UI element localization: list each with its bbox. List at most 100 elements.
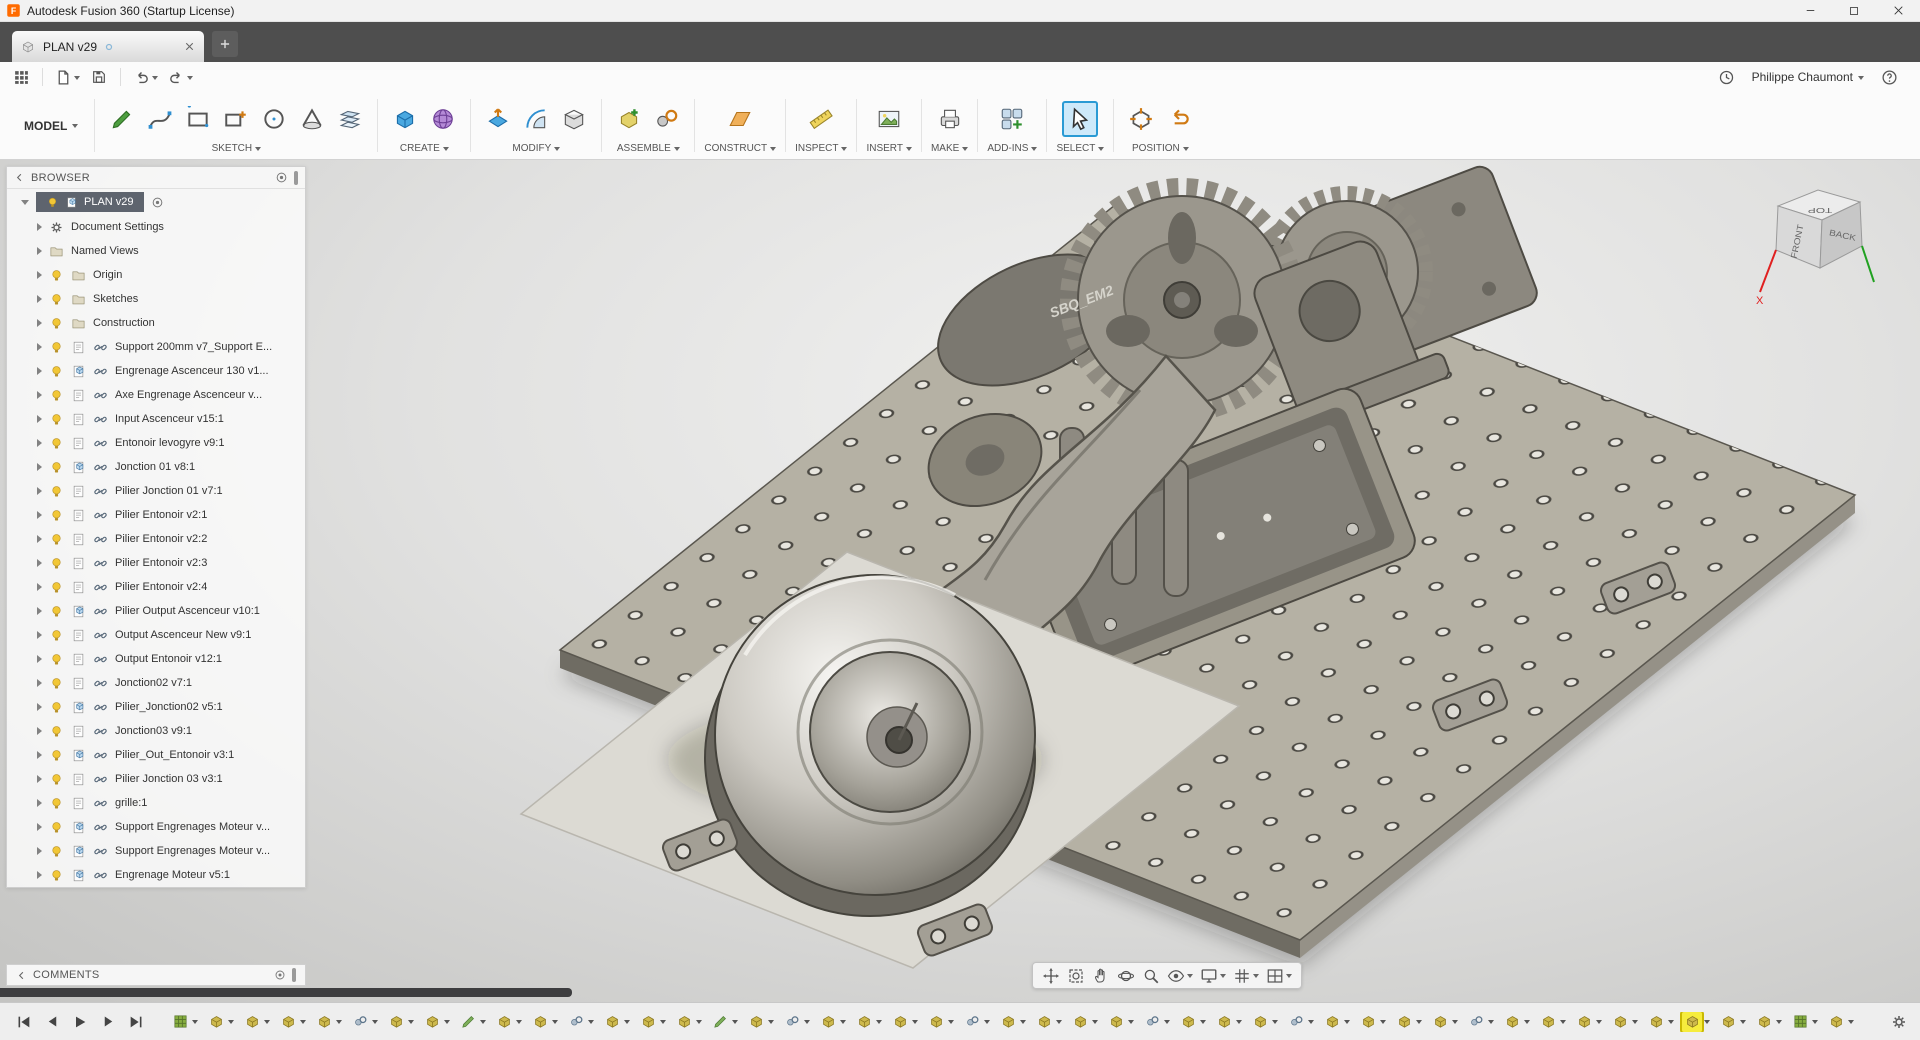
newcomp-tool-icon[interactable] bbox=[611, 101, 647, 137]
timeline-feature-joint[interactable] bbox=[782, 1012, 810, 1032]
expand-arrow-icon[interactable] bbox=[37, 607, 42, 615]
bulb-icon[interactable] bbox=[49, 748, 64, 763]
timeline-feature-sketch[interactable] bbox=[458, 1012, 486, 1032]
timeline-feature-comp[interactable] bbox=[1430, 1012, 1458, 1032]
timeline-feature-comp[interactable] bbox=[1178, 1012, 1206, 1032]
timeline-feature-comp[interactable] bbox=[890, 1012, 918, 1032]
undo-button[interactable] bbox=[129, 64, 162, 90]
activate-component-radio[interactable] bbox=[151, 196, 164, 209]
expand-arrow-icon[interactable] bbox=[37, 415, 42, 423]
timeline-feature-joint[interactable] bbox=[1466, 1012, 1494, 1032]
expand-arrow-icon[interactable] bbox=[37, 511, 42, 519]
browser-item[interactable]: Pilier Entonoir v2:2 bbox=[7, 527, 305, 551]
timeline-feature-comp[interactable] bbox=[314, 1012, 342, 1032]
bulb-icon[interactable] bbox=[49, 628, 64, 643]
expand-arrow-icon[interactable] bbox=[37, 463, 42, 471]
close-window-button[interactable] bbox=[1876, 0, 1920, 21]
app-grid-menu-button[interactable] bbox=[8, 64, 34, 90]
circle-tool-icon[interactable] bbox=[256, 101, 292, 137]
timeline-feature-joint[interactable] bbox=[350, 1012, 378, 1032]
bulb-icon[interactable] bbox=[49, 700, 64, 715]
bulb-icon[interactable] bbox=[49, 460, 64, 475]
comments-panel[interactable]: COMMENTS bbox=[6, 964, 306, 986]
timeline-go-to-start-button[interactable] bbox=[12, 1010, 36, 1034]
bulb-icon[interactable] bbox=[49, 484, 64, 499]
timeline-feature-comp[interactable] bbox=[494, 1012, 522, 1032]
bulb-icon[interactable] bbox=[49, 388, 64, 403]
cursor-tool-icon[interactable] bbox=[1062, 101, 1099, 137]
box3d-tool-icon[interactable] bbox=[387, 101, 423, 137]
view-cube[interactable]: TOP FRONT BACK X bbox=[1748, 172, 1898, 337]
document-tab[interactable]: PLAN v29 bbox=[12, 31, 204, 62]
help-button[interactable] bbox=[1876, 64, 1902, 90]
revertpos-tool-icon[interactable] bbox=[1161, 101, 1197, 137]
cone-tool-icon[interactable] bbox=[294, 101, 330, 137]
timeline-feature-comp[interactable] bbox=[998, 1012, 1026, 1032]
sheets-tool-icon[interactable] bbox=[332, 101, 368, 137]
bulb-icon[interactable] bbox=[49, 580, 64, 595]
workspace-selector[interactable]: MODEL bbox=[8, 92, 94, 159]
timeline-feature-comp[interactable] bbox=[242, 1012, 270, 1032]
free-orbit-hand-icon[interactable] bbox=[1091, 966, 1111, 986]
expand-arrow-icon[interactable] bbox=[37, 367, 42, 375]
file-menu-button[interactable] bbox=[51, 64, 84, 90]
browser-item[interactable]: Named Views bbox=[7, 239, 305, 263]
browser-item[interactable]: Support 200mm v7_Support E... bbox=[7, 335, 305, 359]
timeline-feature-comp[interactable] bbox=[1574, 1012, 1602, 1032]
browser-root-item[interactable]: PLAN v29 bbox=[7, 189, 305, 215]
bulb-icon[interactable] bbox=[49, 532, 64, 547]
bulb-icon[interactable] bbox=[49, 364, 64, 379]
spheregrid-tool-icon[interactable] bbox=[425, 101, 461, 137]
bulb-icon[interactable] bbox=[49, 604, 64, 619]
timeline-feature-comp[interactable] bbox=[278, 1012, 306, 1032]
bulb-icon[interactable] bbox=[49, 292, 64, 307]
rect-tool-icon[interactable] bbox=[180, 101, 216, 137]
timeline-feature-comp[interactable] bbox=[530, 1012, 558, 1032]
browser-item[interactable]: Support Engrenages Moteur v... bbox=[7, 839, 305, 863]
timeline-feature-joint[interactable] bbox=[1286, 1012, 1314, 1032]
bulb-icon[interactable] bbox=[49, 340, 64, 355]
browser-item[interactable]: Jonction 01 v8:1 bbox=[7, 455, 305, 479]
expand-arrow-icon[interactable] bbox=[37, 631, 42, 639]
expand-arrow-icon[interactable] bbox=[37, 391, 42, 399]
timeline-scrollbar[interactable] bbox=[0, 988, 572, 997]
browser-item[interactable]: Pilier Entonoir v2:4 bbox=[7, 575, 305, 599]
browser-item[interactable]: Entonoir levogyre v9:1 bbox=[7, 431, 305, 455]
timeline-step-back-button[interactable] bbox=[40, 1010, 64, 1034]
timeline-feature-joint[interactable] bbox=[566, 1012, 594, 1032]
canvasimg-tool-icon[interactable] bbox=[871, 101, 907, 137]
bulb-icon[interactable] bbox=[49, 268, 64, 283]
panel-scrollbar-grip[interactable] bbox=[294, 170, 298, 185]
new-tab-button[interactable] bbox=[212, 31, 238, 57]
pencil-tool-icon[interactable] bbox=[104, 101, 140, 137]
browser-item[interactable]: Origin bbox=[7, 263, 305, 287]
capturepos-tool-icon[interactable] bbox=[1123, 101, 1159, 137]
timeline-feature-comp[interactable] bbox=[854, 1012, 882, 1032]
timeline-step-forward-button[interactable] bbox=[96, 1010, 120, 1034]
shell-tool-icon[interactable] bbox=[556, 101, 592, 137]
bulb-icon[interactable] bbox=[49, 316, 64, 331]
fillet-tool-icon[interactable] bbox=[518, 101, 554, 137]
visibility-bulb-icon[interactable] bbox=[46, 196, 59, 209]
timeline-feature-comp[interactable] bbox=[674, 1012, 702, 1032]
close-tab-icon[interactable] bbox=[183, 40, 196, 53]
browser-item[interactable]: Document Settings bbox=[7, 215, 305, 239]
expand-arrow-icon[interactable] bbox=[37, 655, 42, 663]
print3d-tool-icon[interactable] bbox=[932, 101, 968, 137]
expand-arrow-icon[interactable] bbox=[37, 271, 42, 279]
redo-button[interactable] bbox=[164, 64, 197, 90]
browser-item[interactable]: Engrenage Moteur v5:1 bbox=[7, 863, 305, 887]
addins-tool-icon[interactable] bbox=[994, 101, 1030, 137]
ribbon-group-label[interactable]: POSITION bbox=[1132, 143, 1189, 157]
timeline-feature-comp[interactable] bbox=[1718, 1012, 1746, 1032]
browser-item[interactable]: Pilier_Out_Entonoir v3:1 bbox=[7, 743, 305, 767]
display-settings-button[interactable] bbox=[1199, 966, 1227, 986]
expand-arrow-icon[interactable] bbox=[37, 727, 42, 735]
browser-item[interactable]: Input Ascenceur v15:1 bbox=[7, 407, 305, 431]
look-at-button[interactable] bbox=[1166, 966, 1194, 986]
model-3d[interactable]: SBQ_EM2 bbox=[519, 163, 1857, 969]
viewports-button[interactable] bbox=[1265, 966, 1293, 986]
collapse-panel-icon[interactable] bbox=[14, 172, 25, 183]
bulb-icon[interactable] bbox=[49, 724, 64, 739]
save-button[interactable] bbox=[86, 64, 112, 90]
